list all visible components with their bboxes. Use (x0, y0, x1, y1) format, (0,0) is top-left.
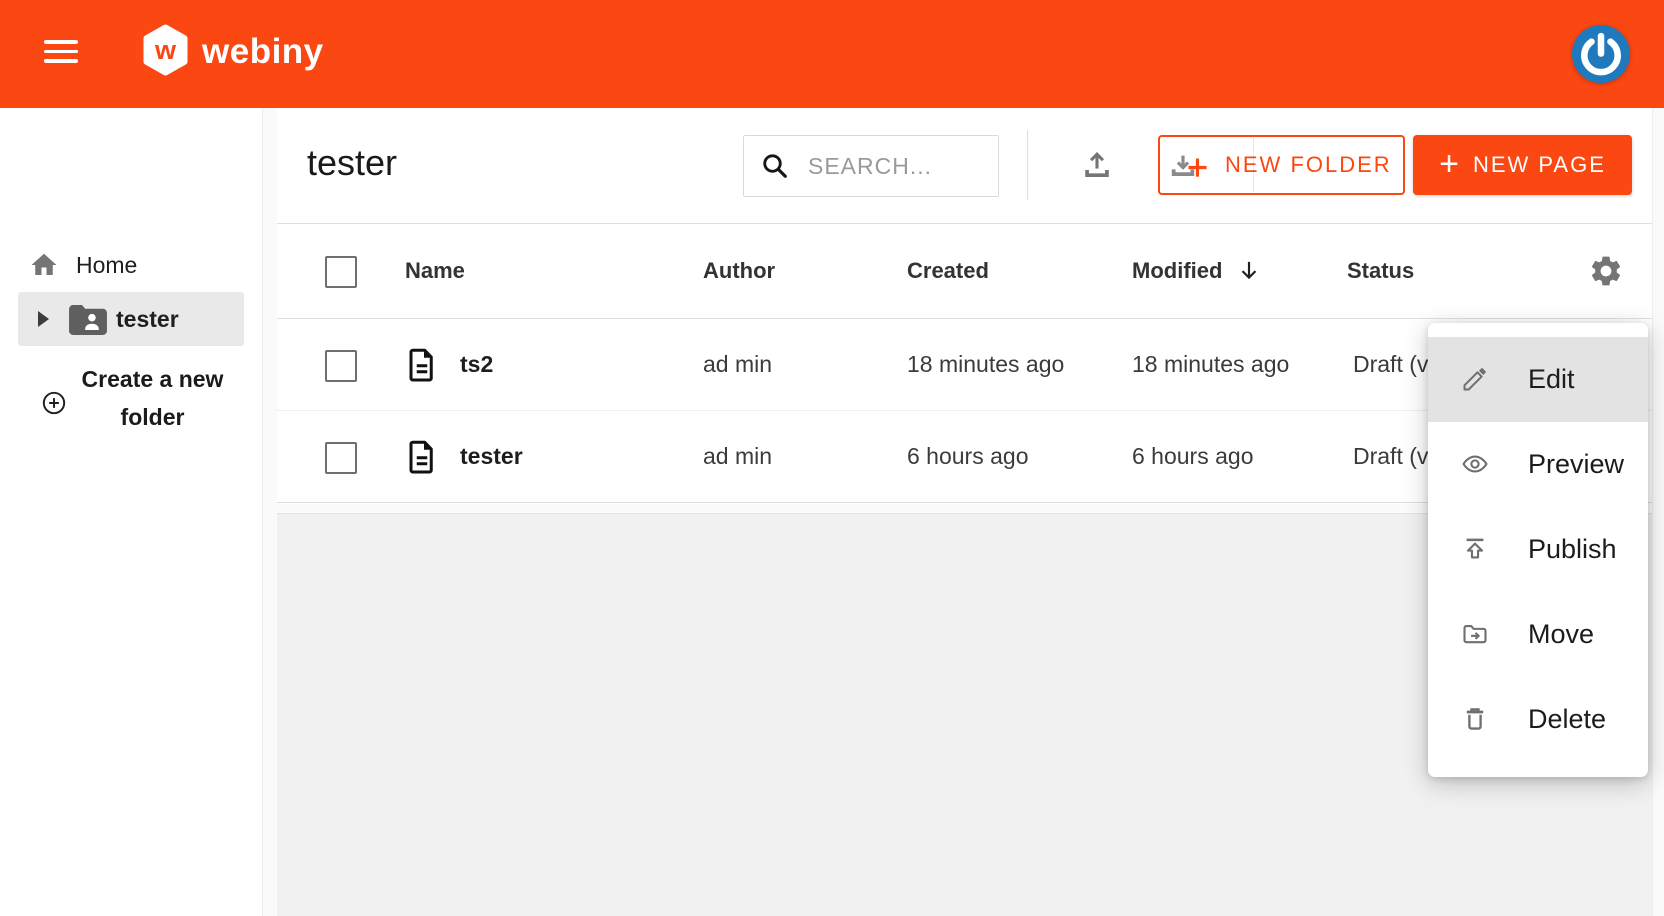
row-checkbox[interactable] (325, 442, 357, 474)
search-input[interactable] (806, 136, 990, 196)
search-icon (760, 151, 790, 181)
sidebar-item-home[interactable]: Home (0, 242, 262, 288)
new-folder-label: NEW FOLDER (1225, 137, 1392, 193)
new-page-button[interactable]: + NEW PAGE (1413, 135, 1632, 195)
menu-item-publish[interactable]: Publish (1428, 507, 1648, 592)
cell-created: 6 hours ago (907, 411, 1028, 502)
sidebar-item-label: tester (116, 292, 179, 346)
cell-name: ts2 (460, 319, 493, 410)
pencil-icon (1461, 365, 1489, 393)
plus-icon (1183, 153, 1212, 182)
move-folder-icon (1461, 620, 1489, 648)
menu-item-label: Publish (1528, 507, 1617, 592)
column-header-name: Name (405, 224, 465, 318)
app-root: w webiny Home tester (0, 0, 1664, 916)
home-icon (28, 250, 60, 280)
cell-author: ad min (703, 319, 772, 410)
new-page-label: NEW PAGE (1473, 152, 1606, 178)
cell-created: 18 minutes ago (907, 319, 1064, 410)
menu-item-label: Move (1528, 592, 1594, 677)
cell-status: Draft (v (1353, 319, 1428, 410)
menu-item-move[interactable]: Move (1428, 592, 1648, 677)
topbar: w webiny (0, 0, 1664, 108)
cell-status: Draft (v (1353, 411, 1428, 502)
column-header-author: Author (703, 224, 775, 318)
webiny-logo-letter: w (142, 24, 189, 76)
table-settings-button[interactable] (1588, 253, 1624, 289)
cell-modified: 6 hours ago (1132, 411, 1253, 502)
row-actions-context-menu: Edit Preview Publish (1428, 323, 1648, 777)
eye-icon (1461, 450, 1489, 478)
table-header-row: Name Author Created Modified Status (277, 224, 1664, 319)
page-title: tester (307, 108, 397, 218)
menu-item-label: Edit (1528, 337, 1575, 422)
menu-item-label: Delete (1528, 677, 1606, 762)
new-folder-button[interactable]: NEW FOLDER (1158, 135, 1405, 195)
cell-author: ad min (703, 411, 772, 502)
menu-item-delete[interactable]: Delete (1428, 677, 1648, 762)
sidebar: Home tester Create a new folder (0, 108, 262, 916)
column-header-created: Created (907, 224, 989, 318)
toolbar-divider (1027, 130, 1028, 200)
hamburger-icon (44, 40, 78, 44)
folder-shared-icon (69, 305, 107, 335)
import-button[interactable] (1080, 147, 1114, 183)
sidebar-item-label: Home (76, 242, 137, 288)
sort-desc-icon[interactable] (1236, 257, 1262, 283)
trash-icon (1461, 705, 1489, 733)
menu-item-edit[interactable]: Edit (1428, 337, 1648, 422)
hamburger-menu-button[interactable] (44, 40, 78, 66)
create-new-folder-label: Create a new folder (80, 360, 225, 436)
menu-item-label: Preview (1528, 422, 1624, 507)
column-header-status: Status (1347, 224, 1414, 318)
main-scrollbar-track[interactable] (1652, 108, 1664, 916)
select-all-checkbox[interactable] (325, 256, 357, 288)
file-icon (407, 439, 437, 475)
user-avatar[interactable] (1572, 25, 1630, 83)
brand-name: webiny (202, 0, 324, 108)
plus-icon: + (1439, 147, 1459, 181)
publish-icon (1461, 535, 1489, 563)
plus-circle-icon (41, 390, 67, 416)
search-box (743, 135, 999, 197)
cell-name: tester (460, 411, 523, 502)
power-icon (1572, 25, 1630, 83)
cell-modified: 18 minutes ago (1132, 319, 1289, 410)
file-icon (407, 347, 437, 383)
menu-item-preview[interactable]: Preview (1428, 422, 1648, 507)
gear-icon (1592, 257, 1620, 286)
caret-right-icon[interactable] (38, 311, 49, 327)
upload-icon (1087, 154, 1107, 175)
column-header-modified[interactable]: Modified (1132, 224, 1222, 318)
row-checkbox[interactable] (325, 350, 357, 382)
